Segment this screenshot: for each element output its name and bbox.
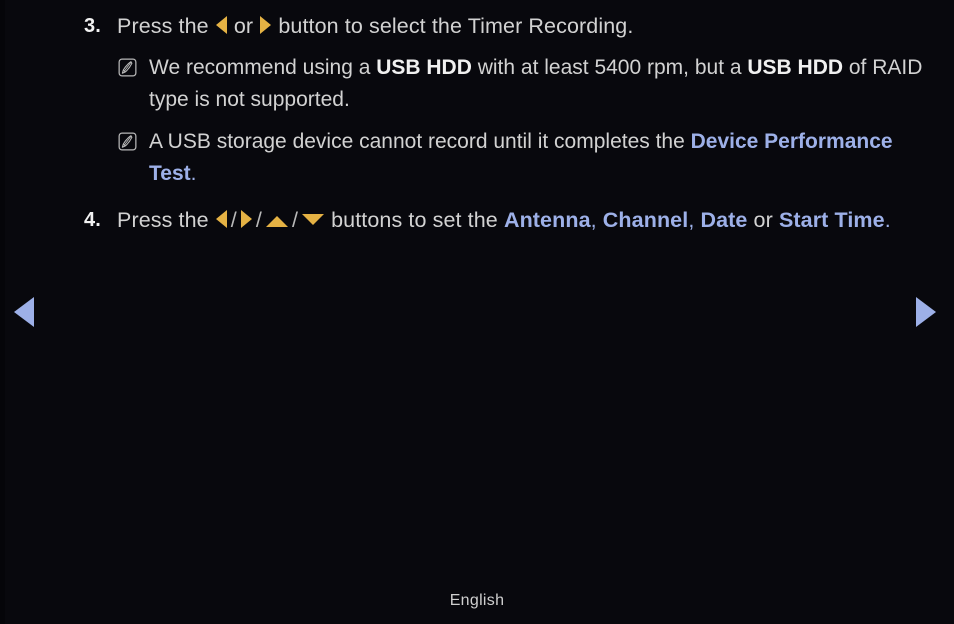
note-item-2: A USB storage device cannot record until… — [118, 126, 934, 190]
note-pencil-icon — [118, 132, 137, 151]
arrow-right-icon — [260, 16, 272, 34]
step-text-4: Press the / / / buttons to set the Antenna… — [117, 204, 934, 236]
note-icon-cell — [118, 126, 149, 151]
step4-separator-2: / — [255, 208, 262, 232]
step4-highlight-antenna: Antenna — [503, 208, 591, 232]
arrow-down-icon — [302, 214, 325, 225]
step4-text-2: buttons to set the — [325, 208, 504, 232]
step4-text-3: , — [590, 208, 603, 232]
step3-text-2: or — [227, 14, 260, 38]
note1-bold-1: USB HDD — [376, 56, 472, 79]
step-number-3: 3. — [84, 15, 101, 37]
footer-language-label: English — [449, 592, 505, 609]
step4-text-6: . — [884, 208, 891, 232]
note-text-2: A USB storage device cannot record until… — [149, 126, 934, 190]
note-icon-cell — [118, 52, 149, 77]
note1-bold-2: USB HDD — [747, 56, 844, 79]
note-text-1: We recommend using a USB HDD with at lea… — [149, 52, 934, 116]
step3-text-1: Press the — [117, 14, 215, 38]
step4-text-4: , — [688, 208, 701, 232]
arrow-left-icon — [215, 210, 227, 228]
prev-page-button[interactable] — [14, 297, 42, 327]
step-item-4: 4. Press the / / / buttons to set the Ante… — [84, 204, 934, 236]
note2-text-2: . — [190, 162, 197, 185]
next-page-arrow-icon[interactable] — [916, 297, 936, 327]
note1-text-2: with at least 5400 rpm, but a — [471, 56, 748, 79]
arrow-left-icon — [215, 16, 227, 34]
manual-page: 3. Press the or button to select the Tim… — [0, 0, 954, 624]
arrow-right-icon — [240, 210, 252, 228]
arrow-up-icon — [265, 216, 288, 227]
step-number-4: 4. — [84, 209, 101, 231]
note2-text-1: A USB storage device cannot record until… — [149, 130, 691, 153]
next-page-button[interactable] — [916, 297, 944, 327]
step4-text-5: or — [747, 208, 779, 232]
step-item-3: 3. Press the or button to select the Tim… — [84, 10, 934, 42]
note1-text-1: We recommend using a — [149, 56, 377, 79]
step-text-3: Press the or button to select the Timer … — [117, 10, 934, 42]
step4-highlight-start-time: Start Time — [778, 208, 885, 232]
step3-text-3: button to select the Timer Recording. — [272, 14, 634, 38]
step4-highlight-channel: Channel — [602, 208, 689, 232]
step4-text-1: Press the — [117, 208, 215, 232]
step4-separator-3: / — [291, 208, 299, 232]
instruction-content: 3. Press the or button to select the Tim… — [84, 10, 934, 236]
note-pencil-icon — [118, 58, 137, 77]
step4-highlight-date: Date — [700, 208, 748, 232]
prev-page-arrow-icon[interactable] — [14, 297, 34, 327]
note-item-1: We recommend using a USB HDD with at lea… — [118, 52, 934, 116]
step4-separator-1: / — [230, 208, 237, 232]
